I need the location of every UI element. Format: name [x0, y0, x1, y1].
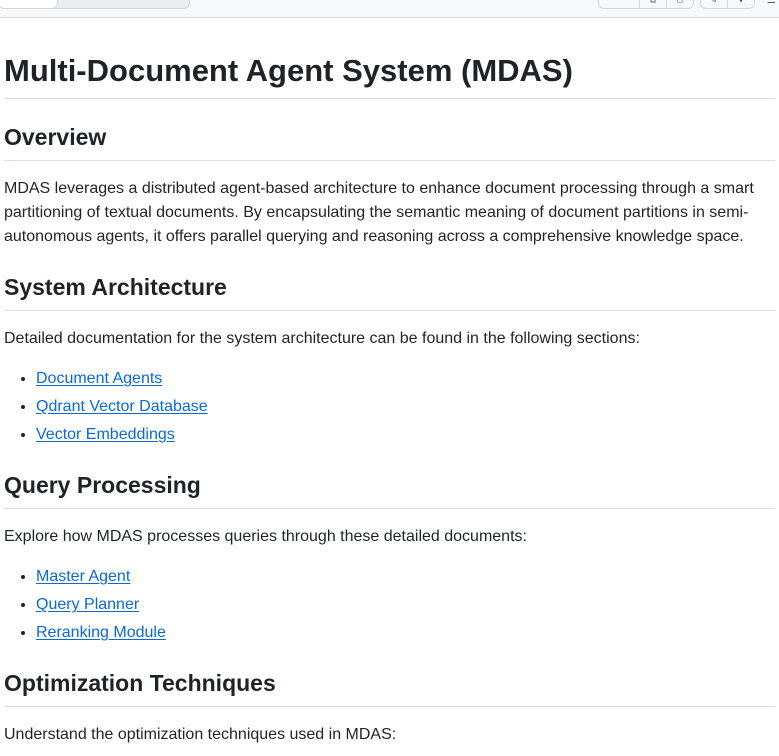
optimization-paragraph: Understand the optimization techniques u…: [4, 726, 397, 743]
outline-icon[interactable]: ☰: [767, 0, 776, 6]
link-reranking-module[interactable]: Reranking Module: [36, 624, 166, 641]
link-qdrant-vector-database[interactable]: Qdrant Vector Database: [36, 398, 208, 415]
link-master-agent[interactable]: Master Agent: [36, 568, 130, 585]
query-processing-links: Master Agent Query Planner Reranking Mod…: [4, 565, 775, 645]
edit-icon[interactable]: ✎: [701, 0, 727, 8]
chevron-down-icon[interactable]: ▾: [727, 0, 754, 8]
link-vector-embeddings[interactable]: Vector Embeddings: [36, 426, 175, 443]
file-actions-group: ⧉ ▭: [598, 0, 694, 9]
list-item: Query Planner: [36, 593, 775, 617]
heading-overview: Overview: [4, 123, 775, 161]
link-document-agents[interactable]: Document Agents: [36, 370, 162, 387]
edit-actions-group: ✎ ▾: [700, 0, 755, 9]
system-architecture-paragraph: Detailed documentation for the system ar…: [4, 330, 640, 347]
list-item: Master Agent: [36, 565, 775, 589]
markdown-body: Multi-Document Agent System (MDAS) Overv…: [4, 18, 775, 747]
list-item: Document Agents: [36, 367, 775, 391]
file-toolbar: ⧉ ▭ ✎ ▾ ☰: [0, 0, 779, 18]
copy-icon[interactable]: ⧉: [639, 0, 666, 8]
system-architecture-links: Document Agents Qdrant Vector Database V…: [4, 367, 775, 447]
tab-preview[interactable]: [0, 0, 58, 9]
list-item: Reranking Module: [36, 621, 775, 645]
raw-button[interactable]: [599, 0, 639, 8]
link-query-planner[interactable]: Query Planner: [36, 596, 139, 613]
overview-paragraph: MDAS leverages a distributed agent-based…: [4, 180, 754, 245]
heading-optimization-techniques: Optimization Techniques: [4, 669, 775, 707]
list-item: Qdrant Vector Database: [36, 395, 775, 419]
heading-system-architecture: System Architecture: [4, 273, 775, 311]
page-title: Multi-Document Agent System (MDAS): [4, 18, 775, 99]
list-item: Vector Embeddings: [36, 423, 775, 447]
download-icon[interactable]: ▭: [666, 0, 693, 8]
query-processing-paragraph: Explore how MDAS processes queries throu…: [4, 528, 527, 545]
heading-query-processing: Query Processing: [4, 471, 775, 509]
